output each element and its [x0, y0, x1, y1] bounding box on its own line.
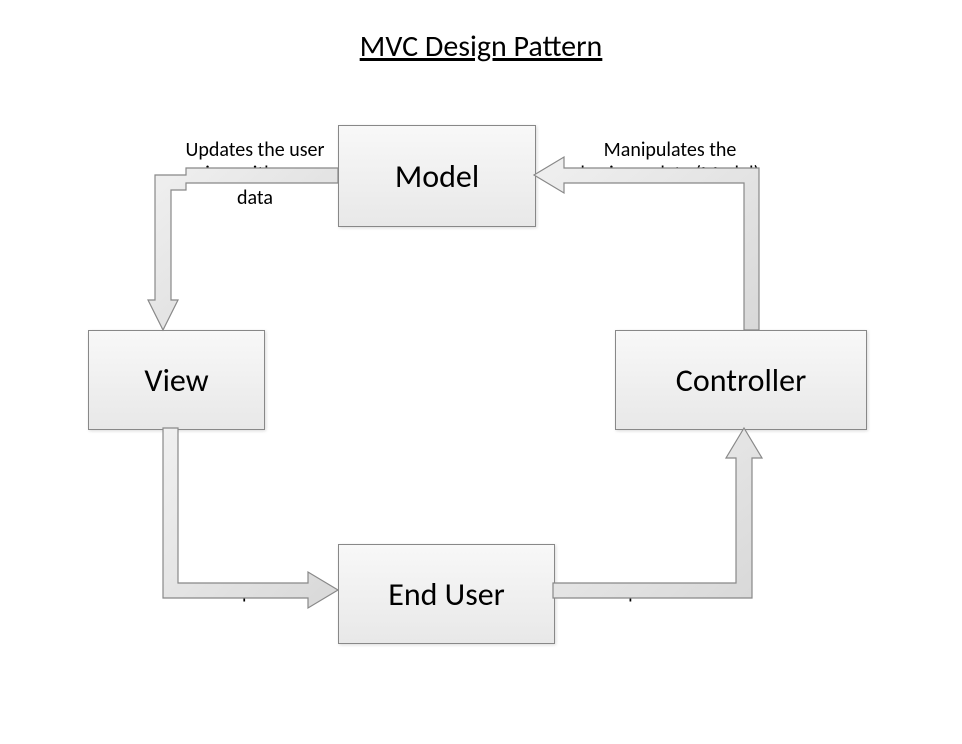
model-box: Model [338, 125, 536, 227]
enduser-label: End User [388, 575, 505, 614]
controller-box: Controller [615, 330, 867, 430]
enduser-box: End User [338, 544, 555, 644]
diagram-title: MVC Design Pattern [360, 28, 603, 65]
request-label: Request [582, 580, 687, 604]
view-label: View [144, 361, 208, 400]
arrow-enduser-to-controller [553, 428, 762, 598]
model-label: Model [395, 157, 479, 196]
manipulates-label: Manipulates the business data (Model) [580, 138, 760, 186]
response-label: Response [195, 580, 310, 604]
view-box: View [88, 330, 265, 430]
updates-label: Updates the user view with new data [180, 138, 330, 210]
controller-label: Controller [676, 361, 806, 400]
